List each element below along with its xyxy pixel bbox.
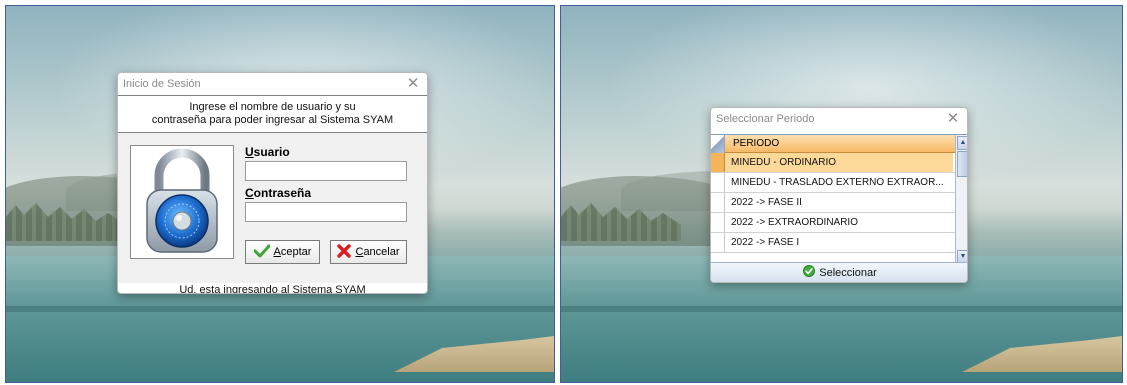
row-indicator [711,173,725,192]
accept-button[interactable]: Aceptar [245,240,320,264]
login-title: Inicio de Sesión [123,78,201,90]
table-row[interactable]: MINEDU - TRASLADO EXTERNO EXTRAOR... [711,173,967,193]
row-indicator [711,213,725,232]
row-indicator [711,233,725,252]
column-header-periodo[interactable]: PERIODO [725,135,779,152]
login-message-line2: contraseña para poder ingresar al Sistem… [151,114,394,126]
period-cell: MINEDU - TRASLADO EXTERNO EXTRAOR... [731,177,944,188]
login-dialog: Inicio de Sesión ✕ Ingrese el nombre de … [117,72,428,294]
period-cell: 2022 -> EXTRAORDINARIO [731,217,858,228]
table-row[interactable]: MINEDU - ORDINARIO [711,153,967,173]
select-button-label: Seleccionar [819,266,877,279]
login-message: Ingrese el nombre de usuario y su contra… [118,95,427,133]
login-body: Usuario Contraseña Aceptar Cancelar [118,133,427,283]
login-message-line1: Ingrese el nombre de usuario y su [189,101,356,113]
red-x-icon [337,243,352,261]
check-circle-icon [803,265,816,280]
grid-header: PERIODO [711,135,967,153]
period-cell: MINEDU - ORDINARIO [725,153,953,172]
padlock-icon [130,145,234,259]
period-cell: 2022 -> FASE I [731,237,800,248]
login-footer: Ud. esta ingresando al Sistema SYAM [179,284,366,294]
row-indicator [711,153,725,172]
table-row[interactable]: 2022 -> EXTRAORDINARIO [711,213,967,233]
close-icon[interactable]: ✕ [405,73,421,95]
period-dialog: Seleccionar Periodo ✕ PERIODO MINEDU - O… [710,107,968,283]
check-icon [253,244,271,261]
period-titlebar: Seleccionar Periodo ✕ [711,108,967,130]
scroll-up-icon[interactable]: ▲ [957,136,967,150]
vertical-scrollbar[interactable]: ▲ ▼ [955,135,967,265]
cancel-button[interactable]: Cancelar [330,240,407,264]
accept-label: Aceptar [273,246,312,258]
login-titlebar: Inicio de Sesión ✕ [118,73,427,95]
user-label: Usuario [245,145,290,159]
row-indicator [711,193,725,212]
lake-reflection [561,306,1122,312]
close-icon[interactable]: ✕ [945,108,961,130]
scroll-thumb[interactable] [957,151,967,177]
password-label: Contraseña [245,186,312,200]
period-grid[interactable]: PERIODO MINEDU - ORDINARIO MINEDU - TRAS… [711,134,967,265]
cancel-label: Cancelar [355,246,400,258]
select-all-corner[interactable] [711,135,725,153]
lake-reflection [6,306,554,312]
username-field[interactable] [245,161,407,181]
period-cell: 2022 -> FASE II [731,197,802,208]
select-button[interactable]: Seleccionar [711,262,967,282]
table-row[interactable]: 2022 -> FASE II [711,193,967,213]
table-row[interactable]: 2022 -> FASE I [711,233,967,253]
period-title: Seleccionar Periodo [716,113,815,125]
password-field[interactable] [245,202,407,222]
